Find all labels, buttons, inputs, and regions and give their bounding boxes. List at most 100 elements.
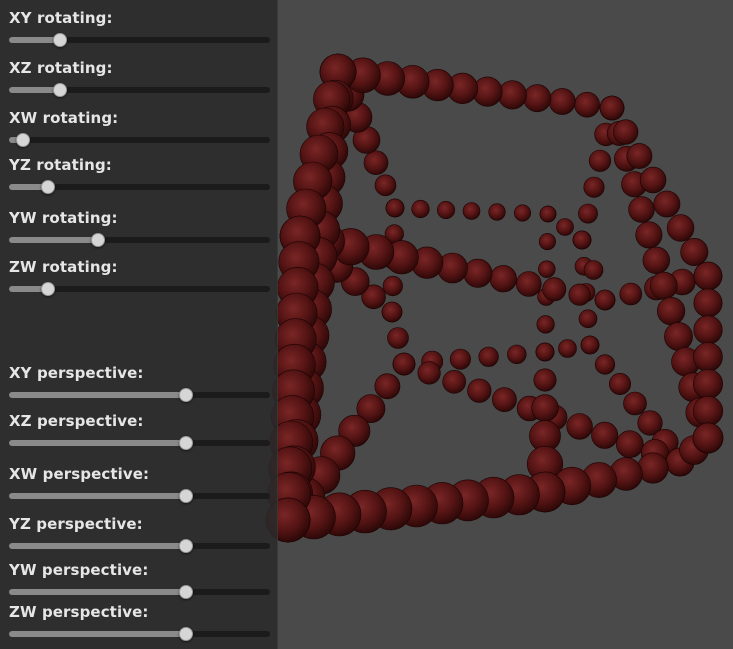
sphere-node	[531, 394, 559, 422]
xy-rotating-slider-thumb[interactable]	[53, 33, 68, 47]
xw-perspective-label: XW perspective:	[9, 465, 150, 483]
xz-rotating-label: XZ rotating:	[9, 59, 113, 77]
sphere-node	[363, 150, 389, 175]
sphere-node	[628, 196, 655, 223]
sphere-node	[385, 198, 405, 218]
xy-perspective-label: XY perspective:	[9, 364, 144, 382]
sphere-node	[556, 218, 574, 236]
sphere-node	[693, 315, 723, 345]
xz-perspective-slider[interactable]	[9, 436, 270, 450]
xz-perspective-label: XZ perspective:	[9, 412, 144, 430]
xz-rotating-slider[interactable]	[9, 83, 270, 97]
yw-rotating-slider-fill	[9, 237, 98, 243]
sphere-node	[462, 202, 481, 220]
sphere-node	[653, 190, 681, 218]
xy-perspective-slider-fill	[9, 392, 187, 398]
sphere-node	[467, 378, 492, 403]
xw-rotating-slider[interactable]	[9, 133, 270, 147]
sphere-node	[515, 271, 542, 297]
sphere-node	[692, 368, 723, 399]
zw-perspective-slider-thumb[interactable]	[179, 627, 194, 641]
yz-perspective-slider[interactable]	[9, 539, 270, 553]
sphere-node	[692, 422, 724, 454]
yw-rotating-slider-thumb[interactable]	[90, 233, 105, 247]
yz-perspective-label: YZ perspective:	[9, 515, 143, 533]
sphere-node	[417, 361, 441, 385]
zw-rotating-slider[interactable]	[9, 282, 270, 296]
sphere-node	[392, 352, 416, 376]
sphere-node	[594, 354, 616, 375]
sphere-node	[436, 201, 455, 220]
sphere-node	[578, 203, 598, 224]
sphere-node	[387, 327, 409, 349]
sphere-node	[538, 233, 556, 251]
sphere-node	[583, 260, 604, 280]
sphere-node	[513, 204, 531, 222]
xy-rotating-label: XY rotating:	[9, 9, 113, 27]
xw-perspective-slider[interactable]	[9, 489, 270, 503]
zw-perspective-slider[interactable]	[9, 627, 270, 641]
xz-perspective-slider-thumb[interactable]	[179, 436, 194, 450]
zw-rotating-label: ZW rotating:	[9, 258, 118, 276]
sphere-node	[507, 344, 527, 365]
xz-rotating-slider-thumb[interactable]	[53, 83, 68, 97]
sphere-node	[591, 421, 619, 449]
sphere-node	[649, 271, 678, 300]
xw-rotating-slider-thumb[interactable]	[16, 133, 31, 147]
yz-perspective-slider-fill	[9, 543, 187, 549]
sphere-node	[664, 322, 693, 351]
sphere-node	[478, 346, 499, 367]
yw-perspective-slider[interactable]	[9, 585, 270, 599]
xw-perspective-slider-thumb[interactable]	[179, 489, 194, 503]
sphere-node	[568, 283, 591, 306]
sphere-node	[523, 84, 552, 113]
sphere-node	[533, 368, 557, 392]
sphere-node	[639, 166, 667, 194]
sphere-node	[574, 91, 600, 118]
sphere-node	[572, 230, 592, 250]
sphere-node	[580, 335, 600, 355]
sphere-node	[558, 339, 577, 358]
sphere-node	[693, 342, 723, 372]
sphere-node	[637, 452, 669, 484]
sphere-node	[491, 387, 517, 413]
sphere-node	[599, 95, 625, 121]
sphere-node	[578, 309, 598, 329]
sphere-node	[693, 261, 723, 291]
sphere-node	[692, 395, 724, 427]
control-panel: XY rotating: XZ rotating: XW rotating: Y…	[0, 0, 278, 649]
sphere-node	[542, 277, 567, 302]
yw-rotating-slider[interactable]	[9, 233, 270, 247]
zw-perspective-label: ZW perspective:	[9, 603, 149, 621]
sphere-node	[449, 348, 471, 370]
sphere-node	[588, 149, 612, 172]
sphere-node	[488, 203, 506, 221]
zw-rotating-slider-thumb[interactable]	[41, 282, 56, 296]
yz-rotating-label: YZ rotating:	[9, 156, 112, 174]
xw-perspective-slider-fill	[9, 493, 187, 499]
yz-perspective-slider-thumb[interactable]	[179, 539, 194, 553]
sphere-node	[538, 260, 556, 278]
sphere-node	[635, 221, 663, 249]
sphere-node	[594, 289, 616, 311]
sphere-node	[535, 342, 555, 362]
sphere-node	[666, 214, 695, 242]
zw-perspective-slider-fill	[9, 631, 187, 637]
sphere-node	[497, 80, 527, 110]
yz-rotating-slider-thumb[interactable]	[41, 180, 56, 194]
sphere-node	[381, 301, 403, 323]
xy-perspective-slider[interactable]	[9, 388, 270, 402]
xy-rotating-slider[interactable]	[9, 33, 270, 47]
sphere-node	[566, 413, 593, 440]
yz-rotating-slider[interactable]	[9, 180, 270, 194]
sphere-node	[489, 265, 517, 293]
sphere-node	[680, 238, 709, 267]
sphere-node	[374, 373, 401, 400]
yw-perspective-slider-thumb[interactable]	[179, 585, 194, 599]
xy-perspective-slider-thumb[interactable]	[179, 388, 194, 402]
sphere-node	[583, 176, 605, 198]
sphere-node	[411, 199, 430, 219]
sphere-node	[374, 174, 397, 197]
sphere-node	[442, 369, 467, 394]
yw-perspective-slider-fill	[9, 589, 187, 595]
